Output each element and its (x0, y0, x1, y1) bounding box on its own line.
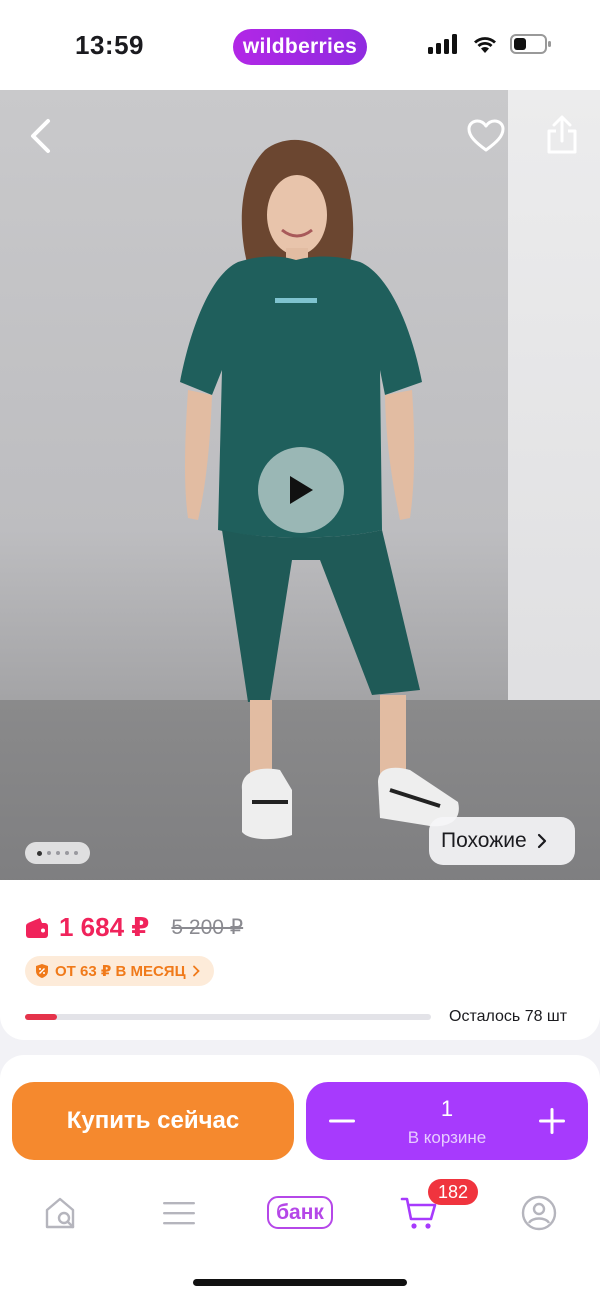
stock-progress-bar (25, 1014, 431, 1020)
play-video-button[interactable] (258, 447, 344, 533)
profile-icon (521, 1195, 557, 1230)
tab-profile[interactable] (499, 1175, 579, 1250)
decrease-quantity-button[interactable] (306, 1082, 378, 1160)
share-button[interactable] (540, 112, 584, 158)
battery-icon (510, 34, 551, 54)
shield-percent-icon (36, 964, 48, 978)
price-row: 1 684 ₽ 5 200 ₽ (25, 912, 243, 943)
home-indicator[interactable] (193, 1279, 407, 1286)
bank-label: банк (267, 1196, 333, 1229)
favorite-button[interactable] (464, 114, 508, 158)
cart-quantity: 1 (440, 1096, 454, 1121)
pagination-dot (56, 851, 60, 855)
similar-products-button[interactable]: Похожие (429, 817, 575, 865)
wallet-icon (26, 917, 48, 938)
similar-label: Похожие (441, 829, 527, 852)
cart-count-badge: 182 (428, 1179, 479, 1205)
share-icon (547, 115, 577, 154)
installment-badge[interactable]: ОТ 63 ₽ В МЕСЯЦ (25, 956, 214, 986)
stock-remaining: Осталось 78 шт (449, 1008, 568, 1025)
back-button[interactable] (22, 116, 58, 156)
current-price: 1 684 ₽ (59, 912, 150, 942)
pagination-dot (65, 851, 69, 855)
in-cart-label: В корзине (407, 1128, 487, 1147)
wifi-icon (474, 37, 496, 53)
chevron-right-icon (192, 965, 200, 977)
tab-catalog[interactable] (139, 1175, 219, 1250)
status-time: 13:59 (75, 30, 144, 60)
chevron-right-icon (537, 833, 546, 849)
gallery-pagination (25, 842, 90, 864)
pagination-dot (47, 851, 51, 855)
signal-icon (428, 34, 457, 54)
brand-logo[interactable]: wildberries (233, 29, 367, 65)
buy-now-button[interactable]: Купить сейчас (12, 1082, 294, 1160)
chevron-left-icon (31, 119, 50, 153)
home-search-icon (45, 1197, 75, 1228)
stock-progress-fill (25, 1014, 58, 1020)
status-icons (428, 33, 552, 55)
menu-icon (163, 1201, 195, 1224)
product-gallery[interactable]: Похожие (0, 90, 600, 890)
status-bar: 13:59 wildberries (0, 0, 600, 90)
tab-bar: банк (0, 1175, 600, 1250)
plus-icon (539, 1108, 565, 1134)
play-icon (290, 476, 313, 504)
minus-icon (329, 1119, 355, 1123)
tab-bank[interactable]: банк (259, 1175, 341, 1250)
pagination-dot (74, 851, 78, 855)
heart-icon (467, 119, 505, 152)
pagination-dot (37, 850, 42, 856)
installment-label: ОТ 63 ₽ В МЕСЯЦ (55, 963, 186, 980)
cart-quantity-control: 1 В корзине (306, 1082, 588, 1160)
tab-home[interactable] (21, 1175, 101, 1250)
increase-quantity-button[interactable] (516, 1082, 588, 1160)
price-card: 1 684 ₽ 5 200 ₽ ОТ 63 ₽ В МЕСЯЦ Осталось… (0, 880, 600, 1040)
old-price: 5 200 ₽ (171, 916, 244, 939)
